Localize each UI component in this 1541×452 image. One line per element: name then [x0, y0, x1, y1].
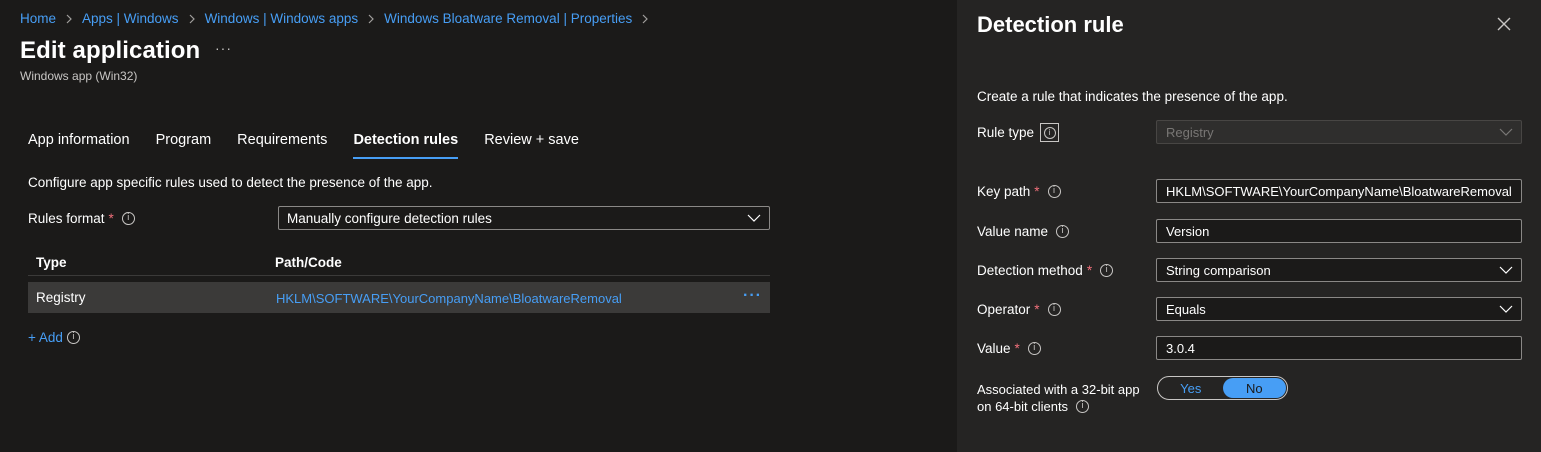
- rule-type-text: Rule type: [977, 125, 1035, 140]
- detection-method-text: Detection method: [977, 263, 1083, 278]
- row-type: Registry: [36, 290, 86, 305]
- value-label: Value * i: [977, 341, 1041, 356]
- chevron-down-icon: [1499, 266, 1513, 274]
- chevron-down-icon: [1499, 305, 1513, 313]
- rules-table-header: Type Path/Code: [28, 252, 770, 276]
- info-icon[interactable]: i: [1047, 303, 1061, 316]
- key-path-value: HKLM\SOFTWARE\YourCompanyName\BloatwareR…: [1166, 183, 1512, 199]
- value-name-text: Value name: [977, 224, 1049, 239]
- required-marker: *: [1086, 263, 1093, 278]
- breadcrumb: Home Apps | Windows Windows | Windows ap…: [20, 11, 658, 26]
- operator-label: Operator * i: [977, 302, 1061, 317]
- toggle-no-option[interactable]: No: [1222, 378, 1286, 398]
- tab-detection-rules[interactable]: Detection rules: [353, 132, 458, 159]
- info-icon[interactable]: i: [1040, 123, 1060, 142]
- detection-method-label: Detection method * i: [977, 263, 1114, 278]
- value-value: 3.0.4: [1166, 340, 1195, 356]
- panel-description: Create a rule that indicates the presenc…: [977, 89, 1288, 104]
- assoc-32bit-toggle[interactable]: Yes No: [1157, 376, 1288, 400]
- breadcrumb-home[interactable]: Home: [20, 11, 56, 26]
- value-name-input[interactable]: Version: [1156, 219, 1522, 243]
- assoc-label-line1: Associated with a 32-bit app: [977, 382, 1140, 397]
- chevron-right-icon: [65, 14, 73, 24]
- rules-format-select[interactable]: Manually configure detection rules: [278, 206, 770, 230]
- rules-format-value: Manually configure detection rules: [287, 210, 492, 226]
- breadcrumb-app-properties[interactable]: Windows Bloatware Removal | Properties: [384, 11, 632, 26]
- required-marker: *: [108, 211, 114, 226]
- app-root: Home Apps | Windows Windows | Windows ap…: [0, 0, 1541, 452]
- detection-description: Configure app specific rules used to det…: [28, 175, 433, 190]
- info-icon[interactable]: i: [121, 212, 135, 225]
- page-subtitle: Windows app (Win32): [20, 69, 138, 83]
- tab-app-information[interactable]: App information: [28, 132, 130, 158]
- add-rule-button[interactable]: + Add i: [28, 330, 80, 345]
- chevron-down-icon: [747, 214, 761, 222]
- required-marker: *: [1014, 341, 1020, 356]
- chevron-right-icon: [641, 14, 649, 24]
- tab-review-save[interactable]: Review + save: [484, 132, 579, 158]
- rules-format-label: Rules format * i: [28, 211, 135, 226]
- column-header-path: Path/Code: [275, 255, 342, 270]
- assoc-32bit-label: Associated with a 32-bit app on 64-bit c…: [977, 381, 1140, 415]
- rule-type-value: Registry: [1166, 124, 1214, 140]
- info-icon[interactable]: i: [1027, 342, 1041, 355]
- tab-bar: App information Program Requirements Det…: [28, 132, 605, 159]
- key-path-input[interactable]: HKLM\SOFTWARE\YourCompanyName\BloatwareR…: [1156, 179, 1522, 203]
- table-row[interactable]: Registry HKLM\SOFTWARE\YourCompanyName\B…: [28, 282, 770, 313]
- rule-type-label: Rule type i: [977, 123, 1060, 142]
- value-text: Value: [977, 341, 1011, 356]
- add-rule-label: + Add: [28, 330, 63, 345]
- row-path-link[interactable]: HKLM\SOFTWARE\YourCompanyName\BloatwareR…: [276, 291, 622, 306]
- required-marker: *: [1034, 184, 1040, 199]
- panel-title: Detection rule: [977, 12, 1124, 37]
- value-name-label: Value name i: [977, 224, 1070, 239]
- assoc-label-line2-wrap: on 64-bit clients i: [977, 398, 1140, 415]
- operator-text: Operator: [977, 302, 1031, 317]
- more-icon[interactable]: ···: [743, 287, 762, 305]
- detection-rule-panel: Detection rule Create a rule that indica…: [957, 0, 1541, 452]
- detection-method-value: String comparison: [1166, 262, 1271, 278]
- value-input[interactable]: 3.0.4: [1156, 336, 1522, 360]
- key-path-label: Key path * i: [977, 184, 1061, 199]
- info-icon[interactable]: i: [1056, 225, 1070, 238]
- column-header-type: Type: [36, 255, 67, 270]
- assoc-label-line2: on 64-bit clients: [977, 399, 1069, 414]
- breadcrumb-windows-apps[interactable]: Windows | Windows apps: [205, 11, 359, 26]
- chevron-down-icon: [1499, 128, 1513, 136]
- rule-type-select: Registry: [1156, 120, 1522, 144]
- required-marker: *: [1034, 302, 1040, 317]
- tab-program[interactable]: Program: [156, 132, 212, 158]
- info-icon[interactable]: i: [1076, 400, 1090, 413]
- tab-requirements[interactable]: Requirements: [237, 132, 327, 158]
- info-icon[interactable]: i: [1047, 185, 1061, 198]
- chevron-right-icon: [367, 14, 375, 24]
- rules-format-text: Rules format: [28, 211, 105, 226]
- value-name-value: Version: [1166, 223, 1210, 239]
- key-path-text: Key path: [977, 184, 1031, 199]
- operator-value: Equals: [1166, 301, 1206, 317]
- operator-select[interactable]: Equals: [1156, 297, 1522, 321]
- close-icon[interactable]: [1496, 16, 1512, 32]
- info-icon[interactable]: i: [1100, 264, 1114, 277]
- breadcrumb-apps-windows[interactable]: Apps | Windows: [82, 11, 179, 26]
- more-icon[interactable]: ···: [215, 40, 232, 56]
- detection-method-select[interactable]: String comparison: [1156, 258, 1522, 282]
- toggle-yes-option[interactable]: Yes: [1159, 378, 1223, 398]
- chevron-right-icon: [188, 14, 196, 24]
- info-icon[interactable]: i: [66, 331, 80, 344]
- page-title: Edit application: [20, 37, 201, 64]
- main-content: Home Apps | Windows Windows | Windows ap…: [0, 0, 957, 452]
